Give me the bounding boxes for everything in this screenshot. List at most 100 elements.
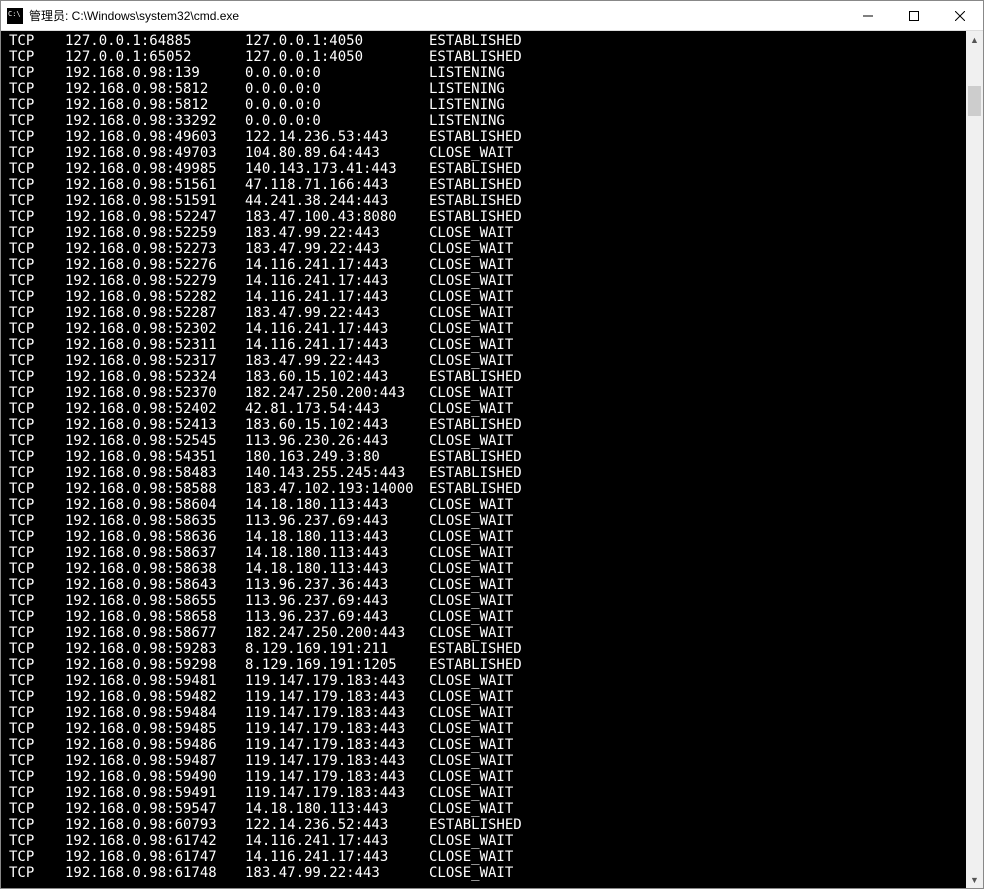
scroll-down-arrow[interactable]: ▼	[966, 871, 983, 888]
connection-row: TCP192.168.0.98:5159144.241.38.244:443ES…	[9, 193, 966, 209]
local-address-cell: 192.168.0.98:52311	[65, 337, 245, 353]
remote-address-cell: 183.47.100.43:8080	[245, 209, 429, 225]
maximize-button[interactable]	[891, 1, 937, 30]
connection-row: TCP192.168.0.98:52413183.60.15.102:443ES…	[9, 417, 966, 433]
protocol-cell: TCP	[9, 225, 65, 241]
local-address-cell: 127.0.0.1:65052	[65, 49, 245, 65]
state-cell: LISTENING	[429, 81, 505, 97]
local-address-cell: 192.168.0.98:59486	[65, 737, 245, 753]
scroll-track[interactable]	[966, 48, 983, 871]
local-address-cell: 192.168.0.98:49603	[65, 129, 245, 145]
protocol-cell: TCP	[9, 785, 65, 801]
local-address-cell: 192.168.0.98:59482	[65, 689, 245, 705]
protocol-cell: TCP	[9, 193, 65, 209]
connection-row: TCP192.168.0.98:5230214.116.241.17:443CL…	[9, 321, 966, 337]
remote-address-cell: 14.116.241.17:443	[245, 289, 429, 305]
state-cell: CLOSE_WAIT	[429, 705, 513, 721]
state-cell: CLOSE_WAIT	[429, 833, 513, 849]
state-cell: CLOSE_WAIT	[429, 289, 513, 305]
state-cell: CLOSE_WAIT	[429, 561, 513, 577]
protocol-cell: TCP	[9, 289, 65, 305]
connection-row: TCP192.168.0.98:592988.129.169.191:1205E…	[9, 657, 966, 673]
remote-address-cell: 42.81.173.54:443	[245, 401, 429, 417]
local-address-cell: 192.168.0.98:52276	[65, 257, 245, 273]
connection-row: TCP192.168.0.98:58588183.47.102.193:1400…	[9, 481, 966, 497]
local-address-cell: 192.168.0.98:52402	[65, 401, 245, 417]
protocol-cell: TCP	[9, 833, 65, 849]
connection-row: TCP192.168.0.98:59491119.147.179.183:443…	[9, 785, 966, 801]
connection-row: TCP192.168.0.98:54351180.163.249.3:80EST…	[9, 449, 966, 465]
remote-address-cell: 182.247.250.200:443	[245, 385, 429, 401]
remote-address-cell: 14.116.241.17:443	[245, 337, 429, 353]
remote-address-cell: 8.129.169.191:1205	[245, 657, 429, 673]
vertical-scrollbar[interactable]: ▲ ▼	[966, 31, 983, 888]
remote-address-cell: 140.143.255.245:443	[245, 465, 429, 481]
local-address-cell: 192.168.0.98:49703	[65, 145, 245, 161]
state-cell: CLOSE_WAIT	[429, 145, 513, 161]
local-address-cell: 192.168.0.98:59491	[65, 785, 245, 801]
local-address-cell: 192.168.0.98:59547	[65, 801, 245, 817]
local-address-cell: 192.168.0.98:61748	[65, 865, 245, 881]
state-cell: CLOSE_WAIT	[429, 577, 513, 593]
connection-row: TCP192.168.0.98:332920.0.0.0:0LISTENING	[9, 113, 966, 129]
state-cell: ESTABLISHED	[429, 417, 522, 433]
remote-address-cell: 119.147.179.183:443	[245, 689, 429, 705]
state-cell: CLOSE_WAIT	[429, 385, 513, 401]
local-address-cell: 192.168.0.98:51591	[65, 193, 245, 209]
protocol-cell: TCP	[9, 689, 65, 705]
state-cell: CLOSE_WAIT	[429, 785, 513, 801]
state-cell: LISTENING	[429, 65, 505, 81]
remote-address-cell: 127.0.0.1:4050	[245, 49, 429, 65]
protocol-cell: TCP	[9, 433, 65, 449]
local-address-cell: 192.168.0.98:58677	[65, 625, 245, 641]
local-address-cell: 192.168.0.98:54351	[65, 449, 245, 465]
console-output[interactable]: TCP127.0.0.1:64885127.0.0.1:4050ESTABLIS…	[1, 31, 966, 888]
local-address-cell: 192.168.0.98:58604	[65, 497, 245, 513]
remote-address-cell: 113.96.237.69:443	[245, 609, 429, 625]
connection-row: TCP192.168.0.98:5863814.18.180.113:443CL…	[9, 561, 966, 577]
local-address-cell: 192.168.0.98:52370	[65, 385, 245, 401]
connection-row: TCP192.168.0.98:6174214.116.241.17:443CL…	[9, 833, 966, 849]
protocol-cell: TCP	[9, 321, 65, 337]
state-cell: CLOSE_WAIT	[429, 225, 513, 241]
remote-address-cell: 183.47.99.22:443	[245, 241, 429, 257]
state-cell: ESTABLISHED	[429, 161, 522, 177]
state-cell: CLOSE_WAIT	[429, 721, 513, 737]
state-cell: ESTABLISHED	[429, 817, 522, 833]
scroll-thumb[interactable]	[968, 86, 981, 116]
connection-row: TCP192.168.0.98:52287183.47.99.22:443CLO…	[9, 305, 966, 321]
protocol-cell: TCP	[9, 753, 65, 769]
state-cell: CLOSE_WAIT	[429, 801, 513, 817]
scroll-up-arrow[interactable]: ▲	[966, 31, 983, 48]
connection-row: TCP192.168.0.98:1390.0.0.0:0LISTENING	[9, 65, 966, 81]
protocol-cell: TCP	[9, 769, 65, 785]
state-cell: CLOSE_WAIT	[429, 257, 513, 273]
remote-address-cell: 14.116.241.17:443	[245, 321, 429, 337]
minimize-button[interactable]	[845, 1, 891, 30]
protocol-cell: TCP	[9, 657, 65, 673]
state-cell: CLOSE_WAIT	[429, 849, 513, 865]
remote-address-cell: 140.143.173.41:443	[245, 161, 429, 177]
state-cell: CLOSE_WAIT	[429, 305, 513, 321]
protocol-cell: TCP	[9, 737, 65, 753]
local-address-cell: 192.168.0.98:58638	[65, 561, 245, 577]
local-address-cell: 192.168.0.98:59485	[65, 721, 245, 737]
local-address-cell: 192.168.0.98:61742	[65, 833, 245, 849]
local-address-cell: 192.168.0.98:52282	[65, 289, 245, 305]
state-cell: CLOSE_WAIT	[429, 433, 513, 449]
state-cell: ESTABLISHED	[429, 641, 522, 657]
state-cell: CLOSE_WAIT	[429, 609, 513, 625]
close-button[interactable]	[937, 1, 983, 30]
local-address-cell: 192.168.0.98:58636	[65, 529, 245, 545]
protocol-cell: TCP	[9, 241, 65, 257]
local-address-cell: 192.168.0.98:58483	[65, 465, 245, 481]
connection-row: TCP192.168.0.98:59484119.147.179.183:443…	[9, 705, 966, 721]
connection-row: TCP192.168.0.98:52259183.47.99.22:443CLO…	[9, 225, 966, 241]
titlebar[interactable]: 管理员: C:\Windows\system32\cmd.exe	[1, 1, 983, 31]
state-cell: CLOSE_WAIT	[429, 337, 513, 353]
protocol-cell: TCP	[9, 257, 65, 273]
local-address-cell: 192.168.0.98:61747	[65, 849, 245, 865]
remote-address-cell: 113.96.237.69:443	[245, 593, 429, 609]
protocol-cell: TCP	[9, 305, 65, 321]
local-address-cell: 192.168.0.98:58637	[65, 545, 245, 561]
